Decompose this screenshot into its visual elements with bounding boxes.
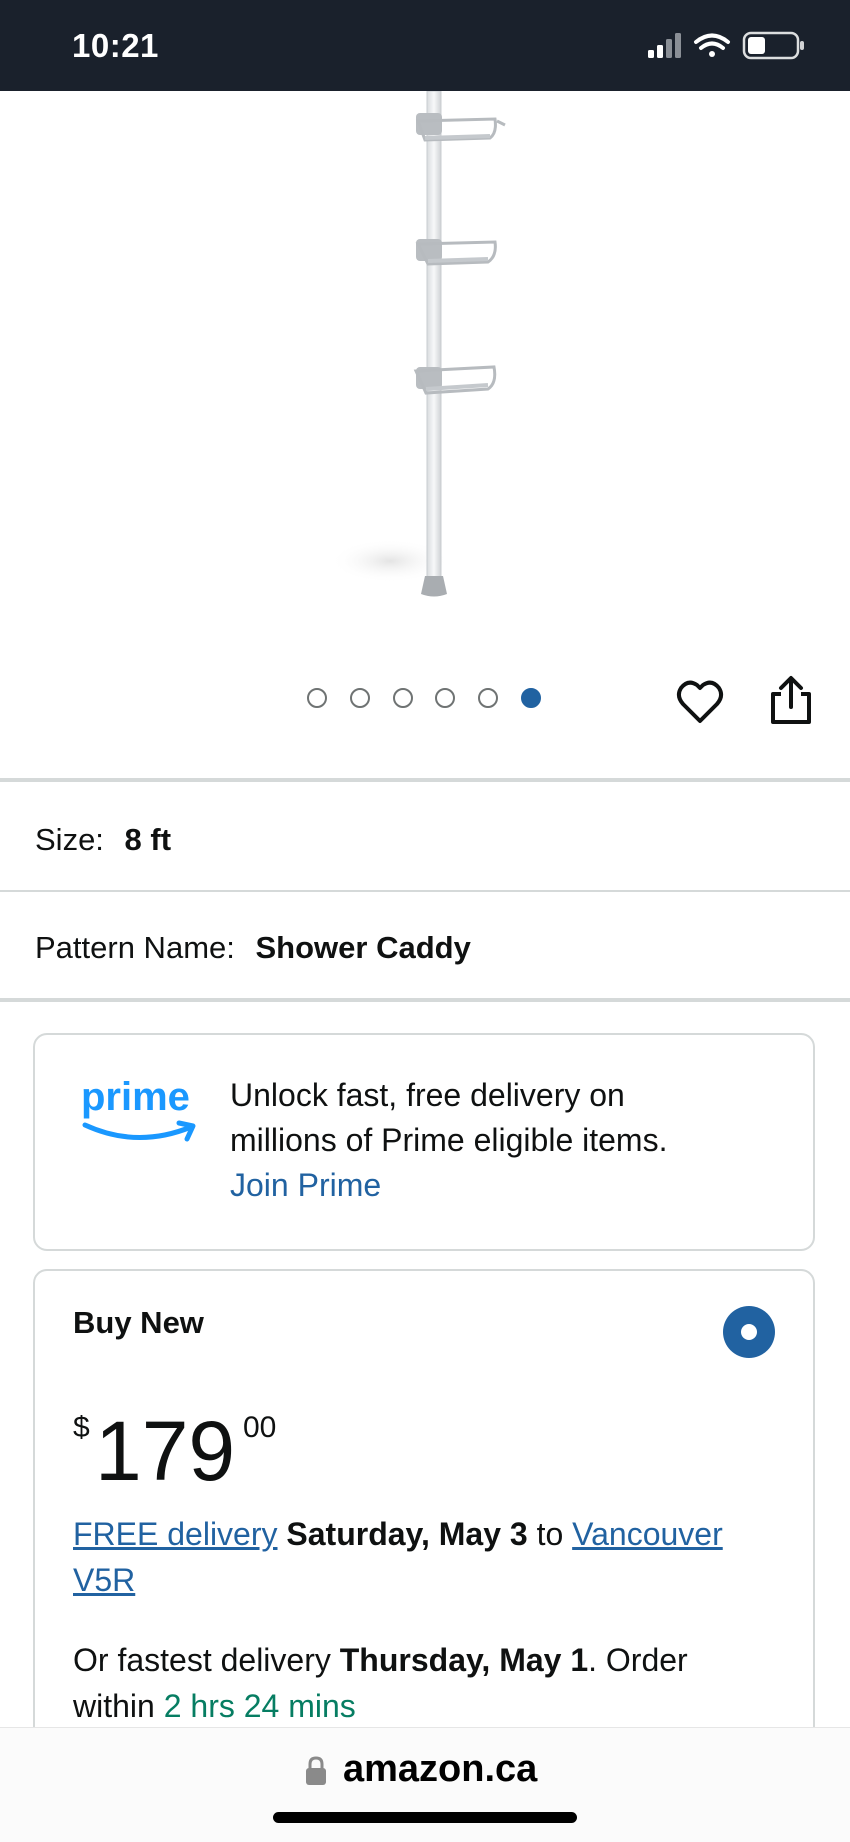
price-fraction: 00: [243, 1411, 277, 1444]
prime-promo-card[interactable]: prime Unlock fast, free delivery on mill…: [33, 1033, 815, 1251]
section-divider: [0, 998, 850, 1002]
section-divider: [0, 778, 850, 782]
buy-new-card[interactable]: Buy New $ 179 00 FREE delivery Saturday,…: [33, 1269, 815, 1789]
pattern-value: Shower Caddy: [255, 930, 471, 965]
signal-icon: [648, 33, 681, 58]
product-image[interactable]: [0, 91, 850, 651]
carousel-dot[interactable]: [435, 688, 455, 708]
url-domain[interactable]: amazon.ca: [343, 1748, 537, 1791]
size-value: 8 ft: [124, 822, 172, 857]
pattern-option[interactable]: Pattern Name: Shower Caddy: [35, 930, 471, 966]
pattern-label: Pattern Name:: [35, 930, 235, 965]
heart-icon[interactable]: [675, 677, 725, 727]
fastest-prefix: Or fastest delivery: [73, 1642, 331, 1678]
battery-icon: [742, 31, 804, 60]
size-option[interactable]: Size: 8 ft: [35, 822, 171, 858]
browser-url-bar[interactable]: amazon.ca: [0, 1727, 850, 1842]
price-symbol: $: [73, 1411, 90, 1444]
status-bar: 10:21: [0, 0, 850, 91]
fastest-delivery-info: Or fastest delivery Thursday, May 1. Ord…: [73, 1637, 773, 1729]
prime-logo: prime: [81, 1075, 196, 1142]
section-divider: [0, 890, 850, 892]
status-time: 10:21: [72, 27, 159, 64]
share-icon[interactable]: [768, 674, 814, 726]
fastest-date: Thursday, May 1: [339, 1642, 589, 1678]
join-prime-link[interactable]: Join Prime: [230, 1163, 667, 1208]
price-whole: 179: [95, 1404, 236, 1498]
prime-description: Unlock fast, free delivery on millions o…: [230, 1073, 667, 1208]
carousel-dot[interactable]: [350, 688, 370, 708]
caddy-basket: [415, 113, 506, 142]
delivery-to: to: [536, 1516, 564, 1552]
buy-new-title: Buy New: [73, 1305, 204, 1340]
caddy-basket: [415, 239, 497, 266]
prime-line-2: millions of Prime eligible items.: [230, 1122, 668, 1158]
lock-icon: [306, 1756, 326, 1785]
svg-text:prime: prime: [81, 1075, 190, 1119]
carousel-dot[interactable]: [478, 688, 498, 708]
wifi-icon: [694, 33, 730, 57]
home-indicator: [273, 1812, 577, 1823]
carousel-dot[interactable]: [393, 688, 413, 708]
status-icons: [648, 31, 804, 60]
caddy-basket: [413, 365, 497, 395]
free-delivery-link[interactable]: FREE delivery: [73, 1516, 278, 1552]
carousel-dot[interactable]: [307, 688, 327, 708]
prime-line-1: Unlock fast, free delivery on: [230, 1077, 625, 1113]
buy-new-radio[interactable]: [723, 1306, 775, 1358]
delivery-date: Saturday, May 3: [286, 1516, 528, 1552]
size-label: Size:: [35, 822, 104, 857]
delivery-info: FREE delivery Saturday, May 3 to Vancouv…: [73, 1511, 773, 1603]
countdown: 2 hrs 24 mins: [163, 1688, 356, 1724]
carousel-dot-active[interactable]: [521, 688, 541, 708]
